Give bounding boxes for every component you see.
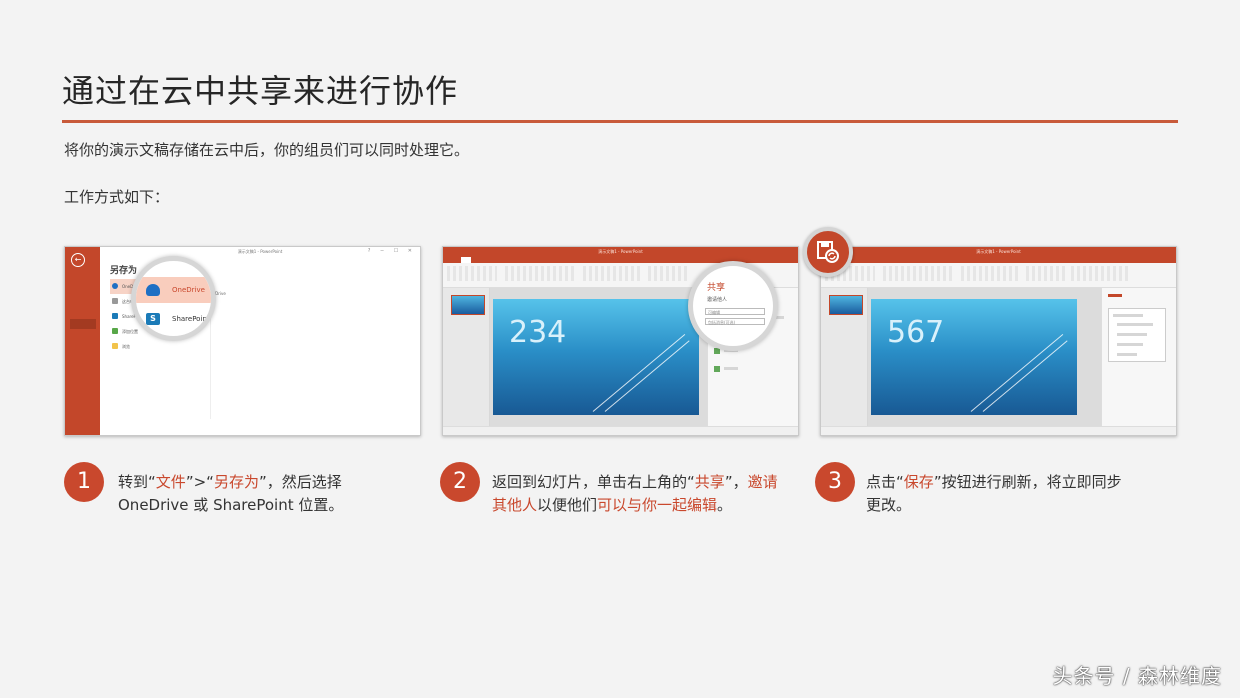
screenshot-save-as: ← 演示文稿1 - PowerPoint ? − ☐ ✕ 另存为 OneDriv…: [64, 246, 421, 436]
status-bar: [821, 426, 1176, 435]
slide: 567: [871, 299, 1077, 415]
magnifier-circle: 共享 邀请他人 可编辑 包括消息(可选): [688, 261, 778, 351]
slide: 234: [493, 299, 699, 415]
intro-text: 将你的演示文稿存储在云中后，你的组员们可以同时处理它。: [64, 141, 470, 159]
step-2-text: 返回到幻灯片，单击右上角的“共享”，邀请其他人以便他们可以与你一起编辑。: [492, 473, 778, 514]
step-1-text: 转到“文件”>“另存为”，然后选择 OneDrive 或 SharePoint …: [118, 473, 344, 514]
step-1-badge: 1: [64, 462, 104, 502]
comment-line: [1117, 353, 1137, 356]
back-arrow-icon: ←: [71, 253, 85, 267]
avatar: [714, 366, 720, 372]
slide-thumbnail: [829, 295, 863, 315]
permission-select: 可编辑: [705, 308, 765, 315]
save-as-heading: 另存为: [110, 266, 138, 276]
comment-line: [1113, 314, 1143, 317]
slide-streak: [592, 333, 686, 412]
window-controls-icon: ? − ☐ ✕: [367, 248, 416, 254]
screenshot-share: 演示文稿1 - PowerPoint 234 共享 邀请他人 可编辑 包括消息(…: [442, 246, 799, 436]
magnifier-circle: OneDrive S SharePoint: [131, 256, 216, 341]
comment-line: [1117, 343, 1143, 346]
magnified-sharepoint-label: SharePoint: [172, 315, 210, 323]
sharepoint-icon: S: [146, 313, 160, 325]
ribbon-tabs: [821, 256, 1176, 263]
step-3-text: 点击“保存”按钮进行刷新，将立即同步更改。: [866, 473, 1122, 514]
highlight-save: 保存: [903, 473, 934, 491]
comment-card: [1108, 308, 1166, 362]
page-title: 通过在云中共享来进行协作: [62, 72, 459, 110]
comment-line: [1117, 323, 1153, 326]
magnified-onedrive: OneDrive: [136, 277, 211, 303]
ribbon-group: [505, 266, 575, 281]
slide-number-text: 234: [509, 315, 567, 350]
slide-streak: [970, 333, 1064, 412]
ribbon-group: [447, 266, 497, 281]
highlight-save-as: 另存为: [213, 473, 259, 491]
onedrive-cloud-icon: [146, 284, 160, 296]
message-field: 包括消息(可选): [705, 318, 765, 325]
ribbon-group: [883, 266, 953, 281]
ribbon-group: [583, 266, 643, 281]
backstage-nav: [70, 269, 96, 399]
step-3-badge: 3: [815, 462, 855, 502]
title-divider: [62, 120, 1178, 123]
status-bar: [443, 426, 798, 435]
ribbon-group: [648, 266, 688, 281]
window-title: 演示文稿1 - PowerPoint: [821, 247, 1176, 256]
ribbon-group: [961, 266, 1021, 281]
invite-label: 邀请他人: [707, 297, 728, 303]
ribbon-group: [1071, 266, 1131, 281]
highlight-share: 共享: [694, 473, 725, 491]
slide-streak: [604, 340, 690, 412]
comment-line: [1117, 333, 1147, 336]
magnified-onedrive-label: OneDrive: [172, 286, 205, 294]
watermark: 头条号 / 森林维度: [1052, 664, 1222, 688]
ribbon-group: [1026, 266, 1066, 281]
slide-number-text: 567: [887, 315, 945, 350]
comments-pane: [1101, 288, 1176, 427]
location-browse: 浏览: [110, 339, 200, 354]
slide-thumbnail: [451, 295, 485, 315]
pane-heading: [1108, 294, 1122, 297]
magnified-sharepoint: S SharePoint: [136, 306, 211, 332]
backstage-sidebar: ←: [65, 247, 100, 435]
save-refresh-badge: [803, 227, 853, 277]
highlight-edit: 可以与你一起编辑: [597, 496, 718, 514]
slide-streak: [982, 340, 1068, 412]
step-2-badge: 2: [440, 462, 480, 502]
pane-user: [724, 367, 738, 370]
screenshot-save: 演示文稿1 - PowerPoint 567: [820, 246, 1177, 436]
highlight-file: 文件: [155, 473, 186, 491]
window-title: 演示文稿1 - PowerPoint: [443, 247, 798, 256]
save-refresh-icon: [817, 241, 839, 263]
share-title: 共享: [707, 283, 726, 293]
howto-text: 工作方式如下：: [64, 188, 170, 206]
